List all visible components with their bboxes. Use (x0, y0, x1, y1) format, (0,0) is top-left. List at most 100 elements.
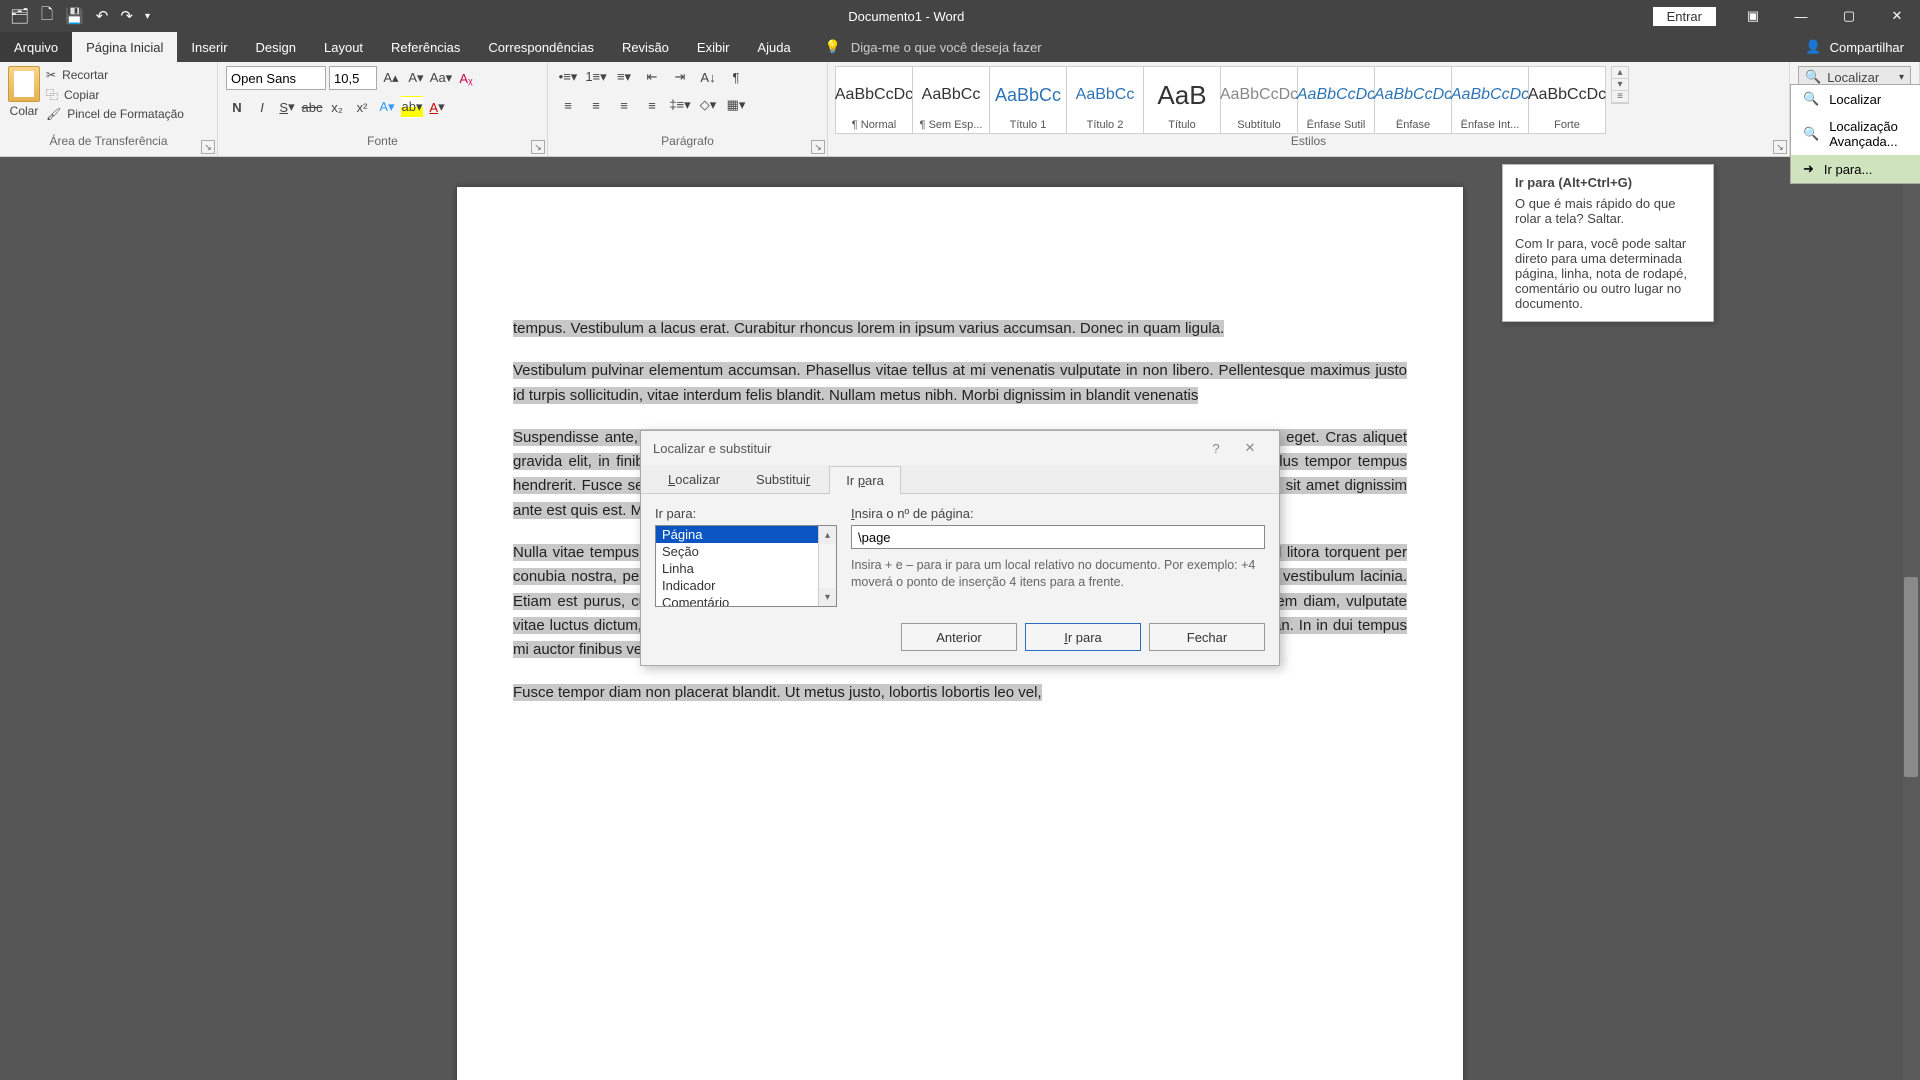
numbering-button[interactable]: 1≡▾ (584, 66, 608, 88)
change-case-button[interactable]: Aa▾ (430, 67, 452, 89)
goto-listbox[interactable]: PáginaSeçãoLinhaIndicadorComentárioNota … (655, 525, 837, 607)
font-family-combo[interactable] (226, 66, 326, 90)
new-icon[interactable]: 🗋 (41, 4, 53, 29)
list-down-icon[interactable]: ▾ (819, 588, 836, 606)
menu-advanced-find[interactable]: 🔍Localização Avançada... (1791, 113, 1920, 155)
font-launcher[interactable]: ↘ (531, 140, 545, 154)
list-up-icon[interactable]: ▴ (819, 526, 836, 544)
highlight-button[interactable]: ab▾ (401, 96, 423, 118)
font-size-combo[interactable] (329, 66, 377, 90)
open-icon[interactable]: 🗂 (10, 7, 29, 25)
align-right-button[interactable]: ≡ (612, 94, 636, 116)
bold-button[interactable]: N (226, 96, 248, 118)
indent-inc-button[interactable]: ⇥ (668, 66, 692, 88)
style-name: ¶ Sem Esp... (915, 119, 987, 131)
font-color-button[interactable]: A▾ (426, 96, 448, 118)
style-item[interactable]: AaBbCcDcÊnfase Sutil (1297, 66, 1375, 134)
tab-insert[interactable]: Inserir (177, 32, 241, 62)
show-marks-button[interactable]: ¶ (724, 66, 748, 88)
menu-find[interactable]: 🔍Localizar (1791, 85, 1920, 113)
dialog-close-button[interactable]: ✕ (1233, 440, 1267, 456)
list-item[interactable]: Seção (656, 543, 836, 560)
menu-goto[interactable]: ➜Ir para... (1791, 155, 1920, 183)
tab-layout[interactable]: Layout (310, 32, 377, 62)
clear-format-button[interactable]: Aᵪ (455, 67, 477, 89)
indent-dec-button[interactable]: ⇤ (640, 66, 664, 88)
shrink-font-button[interactable]: A▾ (405, 67, 427, 89)
tab-review[interactable]: Revisão (608, 32, 683, 62)
save-icon[interactable]: 💾 (65, 7, 84, 25)
tell-me[interactable]: 💡 Diga-me o que você deseja fazer (825, 32, 1042, 62)
signin-button[interactable]: Entrar (1653, 7, 1716, 26)
tab-file[interactable]: Arquivo (0, 32, 72, 62)
maximize-button[interactable]: ▢ (1826, 0, 1872, 32)
style-item[interactable]: AaBbCcDc¶ Normal (835, 66, 913, 134)
style-item[interactable]: AaBbCcTítulo 2 (1066, 66, 1144, 134)
superscript-button[interactable]: x² (351, 96, 373, 118)
close-button-dialog[interactable]: Fechar (1149, 623, 1265, 651)
tab-help[interactable]: Ajuda (743, 32, 804, 62)
share-button[interactable]: 👤 Compartilhar (1789, 32, 1920, 62)
styles-more-icon[interactable]: ≡ (1612, 91, 1628, 103)
align-left-button[interactable]: ≡ (556, 94, 580, 116)
prev-button[interactable]: Anterior (901, 623, 1017, 651)
page-input[interactable] (851, 525, 1265, 549)
style-item[interactable]: AaBTítulo (1143, 66, 1221, 134)
paste-button[interactable]: Colar (8, 66, 40, 118)
cut-button[interactable]: ✂Recortar (46, 68, 184, 82)
ribbon: Colar ✂Recortar ⿻Copiar 🖌Pincel de Forma… (0, 62, 1920, 157)
redo-icon[interactable]: ↷ (120, 7, 133, 25)
shading-button[interactable]: ◇▾ (696, 94, 720, 116)
underline-button[interactable]: S▾ (276, 96, 298, 118)
borders-button[interactable]: ▦▾ (724, 94, 748, 116)
subscript-button[interactable]: x₂ (326, 96, 348, 118)
style-item[interactable]: AaBbCc¶ Sem Esp... (912, 66, 990, 134)
align-center-button[interactable]: ≡ (584, 94, 608, 116)
minimize-button[interactable]: — (1778, 0, 1824, 32)
qat-menu-icon[interactable]: ▾ (145, 11, 150, 22)
sort-button[interactable]: A↓ (696, 66, 720, 88)
menu-find-label: Localizar (1829, 92, 1881, 107)
strike-button[interactable]: abc (301, 96, 323, 118)
line-spacing-button[interactable]: ‡≡▾ (668, 94, 692, 116)
tab-references[interactable]: Referências (377, 32, 474, 62)
styles-down-icon[interactable]: ▾ (1612, 79, 1628, 91)
dialog-help-button[interactable]: ? (1199, 441, 1233, 456)
dialog-tab-find[interactable]: Localizar (651, 465, 737, 493)
goto-button[interactable]: Ir para (1025, 623, 1141, 651)
vertical-scrollbar[interactable] (1902, 157, 1920, 1080)
align-justify-button[interactable]: ≡ (640, 94, 664, 116)
clipboard-launcher[interactable]: ↘ (201, 140, 215, 154)
styles-gallery[interactable]: AaBbCcDc¶ NormalAaBbCc¶ Sem Esp...AaBbCc… (836, 66, 1606, 134)
style-item[interactable]: AaBbCcDcÊnfase Int... (1451, 66, 1529, 134)
style-item[interactable]: AaBbCcTítulo 1 (989, 66, 1067, 134)
dialog-tab-replace[interactable]: Substituir (739, 465, 827, 493)
styles-scroll[interactable]: ▴ ▾ ≡ (1611, 66, 1629, 104)
tab-mailings[interactable]: Correspondências (474, 32, 608, 62)
multilevel-button[interactable]: ≡▾ (612, 66, 636, 88)
undo-icon[interactable]: ↶ (96, 7, 109, 25)
tab-home[interactable]: Página Inicial (72, 32, 177, 62)
close-button[interactable]: ✕ (1874, 0, 1920, 32)
style-item[interactable]: AaBbCcDcForte (1528, 66, 1606, 134)
dialog-tab-goto[interactable]: Ir para (829, 466, 901, 494)
text-effects-button[interactable]: A▾ (376, 96, 398, 118)
tab-view[interactable]: Exibir (683, 32, 744, 62)
grow-font-button[interactable]: A▴ (380, 67, 402, 89)
paragraph-launcher[interactable]: ↘ (811, 140, 825, 154)
list-item[interactable]: Linha (656, 560, 836, 577)
copy-button[interactable]: ⿻Copiar (46, 86, 184, 103)
list-item[interactable]: Comentário (656, 594, 836, 607)
ribbon-options-icon[interactable]: ▣ (1730, 0, 1776, 32)
list-item[interactable]: Página (656, 526, 836, 543)
list-item[interactable]: Indicador (656, 577, 836, 594)
style-item[interactable]: AaBbCcDcSubtítulo (1220, 66, 1298, 134)
tab-design[interactable]: Design (242, 32, 310, 62)
bullets-button[interactable]: •≡▾ (556, 66, 580, 88)
format-painter-button[interactable]: 🖌Pincel de Formatação (46, 107, 184, 121)
italic-button[interactable]: I (251, 96, 273, 118)
style-item[interactable]: AaBbCcDcÊnfase (1374, 66, 1452, 134)
styles-up-icon[interactable]: ▴ (1612, 67, 1628, 79)
scrollbar-thumb[interactable] (1904, 577, 1918, 777)
styles-launcher[interactable]: ↘ (1773, 140, 1787, 154)
